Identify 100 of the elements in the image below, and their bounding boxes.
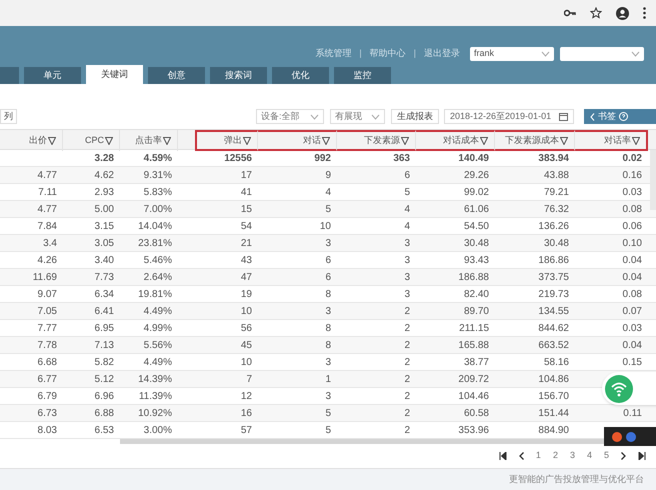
table-cell-text: 8.03 — [38, 424, 57, 438]
calendar-icon[interactable] — [559, 112, 568, 121]
table-cell-text: 165.88 — [458, 338, 489, 352]
account-icon[interactable] — [616, 6, 629, 20]
table-cell-text: 8 — [325, 288, 331, 302]
table-cell-text: 10.92% — [138, 406, 172, 420]
table-cell-text: 3 — [325, 356, 331, 370]
table-cell-text: 9 — [325, 168, 331, 182]
table-cell-text: 6 — [404, 168, 410, 182]
table-cell-text: 47 — [240, 270, 252, 284]
table-cell-text: 15 — [240, 202, 252, 216]
link-separator: | — [414, 47, 416, 60]
table-cell-text: 7.78 — [38, 338, 57, 352]
table-cell-text: 14.04% — [138, 220, 172, 234]
page-link[interactable]: 3 — [570, 449, 575, 463]
filter-icon[interactable] — [560, 136, 568, 144]
table-cell-text: 54 — [240, 220, 252, 234]
table-cell-text: 0.03 — [622, 322, 642, 336]
page-link[interactable]: 1 — [536, 449, 541, 463]
key-icon[interactable] — [564, 9, 576, 17]
filter-icon[interactable] — [48, 136, 56, 144]
table-cell-text: 0.06 — [622, 220, 642, 234]
chevron-left-icon — [590, 112, 595, 120]
display-select[interactable]: 有展现 — [330, 109, 385, 124]
tab[interactable]: 搜索词 — [210, 67, 267, 84]
table-cell-text: 16 — [240, 406, 252, 420]
table-cell-text: 5.12 — [94, 372, 114, 386]
table-cell-text: 0.02 — [622, 152, 642, 166]
wifi-icon[interactable] — [605, 374, 633, 402]
filter-icon[interactable] — [243, 136, 251, 144]
table-cell-text: 7.84 — [38, 220, 57, 234]
table-cell-text: 6.95 — [94, 322, 114, 336]
table-cell-text: 9.07 — [38, 288, 57, 302]
link-separator: | — [359, 47, 362, 60]
table-cell-text: 151.44 — [538, 406, 569, 420]
last-page-icon[interactable] — [638, 452, 646, 460]
table-cell-text: 2 — [404, 338, 410, 352]
table-cell-text: 4 — [325, 186, 331, 200]
table-cell-text: 76.32 — [544, 202, 569, 216]
table-cell-text: 5.82 — [94, 356, 114, 370]
filter-icon[interactable] — [322, 136, 330, 144]
table-cell-text: 4.49% — [144, 304, 172, 318]
table-cell-text: 4.99% — [144, 322, 172, 336]
page-link[interactable]: 5 — [604, 449, 609, 463]
table-cell-text: 17 — [240, 168, 252, 182]
filter-icon[interactable] — [401, 136, 409, 144]
table-cell-text: 3.05 — [94, 236, 114, 250]
table-cell-text: 6 — [325, 270, 331, 284]
filter-icon[interactable] — [105, 136, 113, 144]
chevron-icon — [371, 114, 380, 120]
table-cell-text: 43.88 — [544, 168, 569, 182]
first-page-icon[interactable] — [498, 452, 507, 460]
column-header[interactable]: 弹出 — [195, 130, 258, 151]
table-cell-text: 2 — [404, 356, 410, 370]
table-cell-text: 992 — [314, 152, 331, 166]
table-cell-text: 363 — [393, 152, 410, 166]
table-cell-text: 6.73 — [38, 406, 57, 420]
bookmark-button[interactable]: 书签 — [584, 109, 656, 124]
input-method-bar[interactable] — [604, 427, 656, 446]
table-cell-text: 0.04 — [622, 270, 642, 284]
table-cell-text: 6 — [325, 254, 331, 268]
page-link[interactable]: 2 — [552, 449, 558, 463]
table-cell-text: 60.58 — [464, 406, 489, 420]
network-widget[interactable] — [602, 372, 656, 405]
table-cell-text: 82.40 — [464, 288, 489, 302]
table-cell-text: 3 — [325, 236, 331, 250]
table-cell-text: 99.02 — [464, 186, 489, 200]
filter-icon[interactable] — [632, 136, 640, 144]
table-cell-text: 4.59% — [144, 152, 172, 166]
table-cell-text: 2 — [404, 424, 410, 438]
star-icon[interactable] — [590, 7, 602, 19]
table-cell-text: 5 — [325, 406, 331, 420]
columns-button[interactable]: 列 — [0, 109, 17, 124]
menu-icon[interactable] — [643, 7, 646, 19]
tab[interactable]: 监控 — [334, 67, 391, 84]
tab[interactable]: 关键词 — [86, 65, 143, 84]
page-link[interactable]: 4 — [586, 449, 592, 463]
report-button[interactable]: 生成报表 — [391, 109, 439, 124]
table-cell-text: 2 — [404, 390, 410, 404]
horizontal-scrollbar[interactable] — [120, 439, 604, 444]
table-cell-text: 21 — [240, 236, 252, 250]
tab[interactable]: 优化 — [272, 67, 329, 84]
next-page-icon[interactable] — [621, 452, 626, 460]
date-range-field[interactable]: 2018-12-26至2019-01-01 — [444, 109, 574, 124]
vertical-scrollbar[interactable] — [650, 150, 656, 210]
previous-page-icon[interactable] — [518, 452, 524, 460]
table-cell-text: 5 — [325, 202, 331, 216]
tab[interactable]: 创意 — [148, 67, 205, 84]
filter-icon[interactable] — [163, 136, 171, 144]
chevron-icon — [310, 114, 319, 120]
table-cell-text: 3.15 — [94, 220, 114, 234]
tab[interactable]: 单元 — [24, 67, 81, 84]
filter-icon[interactable] — [480, 136, 488, 144]
table-cell-text: 0.11 — [623, 406, 642, 420]
table-cell-text: 4.49% — [144, 356, 172, 370]
device-select[interactable]: 设备:全部 — [256, 109, 324, 124]
table-cell-text: 6.77 — [38, 372, 57, 386]
table-cell-text: 0.04 — [622, 254, 642, 268]
user-select[interactable]: frank — [470, 47, 554, 61]
table-cell-text: 0.16 — [622, 168, 642, 182]
